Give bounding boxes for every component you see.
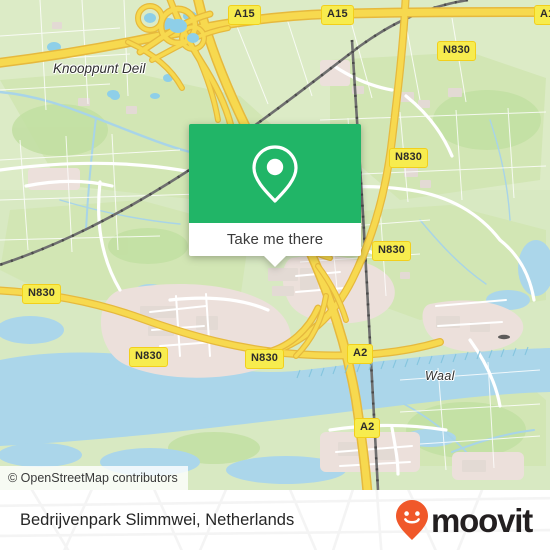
popup-pointer-tail [264,256,286,267]
location-title: Bedrijvenpark Slimmwei, Netherlands [20,510,295,529]
moovit-logo[interactable]: moovit [395,499,533,541]
road-shield-a15-east[interactable]: A15 [534,5,550,25]
popup-illustration-area [189,124,361,223]
moovit-pin-icon [396,500,429,540]
road-shield-n830-southwest[interactable]: N830 [129,347,169,367]
road-shield-n830-west[interactable]: N830 [22,284,62,304]
map-canvas[interactable]: Knooppunt Deil Waal A15 A15 A15 N830 N83… [0,0,550,490]
moovit-wordmark: moovit [431,501,533,539]
popup-action-bar[interactable]: Take me there [189,223,361,267]
road-shield-a2-north[interactable]: A2 [347,344,374,364]
road-shield-n830-upper[interactable]: N830 [389,148,429,168]
place-label-waal: Waal [425,369,455,383]
map-pin-icon [252,144,298,203]
road-shield-a15-mid[interactable]: A15 [321,5,354,25]
attribution-text: © OpenStreetMap contributors [8,471,178,485]
place-label-knooppunt-deil: Knooppunt Deil [53,61,146,76]
destination-popup[interactable]: Take me there [189,124,361,267]
road-shield-n830-north[interactable]: N830 [437,41,477,61]
footer-bar: Bedrijvenpark Slimmwei, Netherlands moov… [0,490,550,550]
map-attribution[interactable]: © OpenStreetMap contributors [0,466,188,490]
road-shield-a15-west[interactable]: A15 [228,5,261,25]
road-shield-a2-south[interactable]: A2 [354,418,381,438]
take-me-there-label: Take me there [226,231,324,248]
road-shield-n830-mid[interactable]: N830 [372,241,412,261]
map-screenshot-root: Knooppunt Deil Waal A15 A15 A15 N830 N83… [0,0,550,550]
road-shield-n830-south[interactable]: N830 [245,349,285,369]
